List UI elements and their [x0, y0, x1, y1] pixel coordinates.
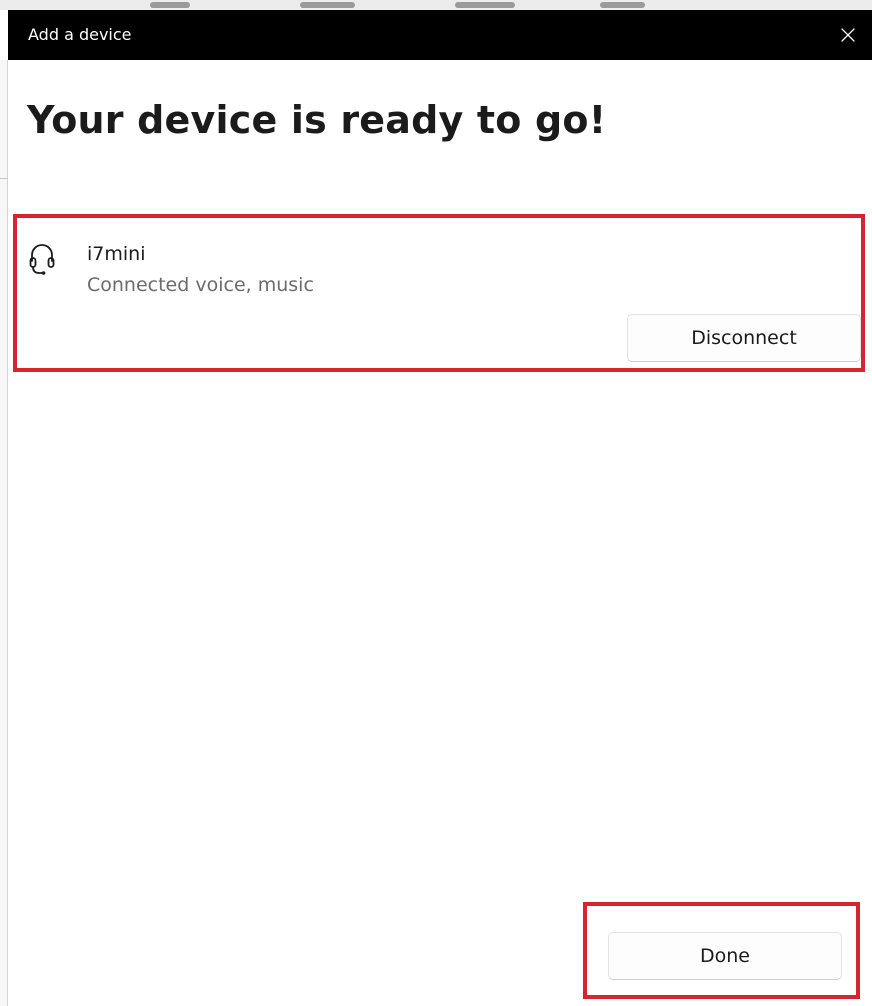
device-card: i7mini Connected voice, music Disconnect: [13, 214, 865, 372]
close-icon: [841, 28, 855, 42]
device-name: i7mini: [87, 243, 146, 265]
done-button-highlight: Done: [583, 902, 860, 999]
done-button[interactable]: Done: [608, 932, 842, 980]
close-button[interactable]: [824, 10, 872, 60]
page-title: Your device is ready to go!: [27, 98, 607, 142]
screen: Add a device Your device is ready to go!…: [0, 0, 872, 1006]
dialog-titlebar: Add a device: [8, 10, 872, 60]
dialog-title: Add a device: [28, 25, 132, 44]
add-device-dialog: Add a device Your device is ready to go!…: [8, 10, 872, 1006]
headset-icon: [29, 244, 55, 275]
background-window-left-edge: [0, 60, 8, 1006]
disconnect-button[interactable]: Disconnect: [627, 314, 861, 362]
device-status: Connected voice, music: [87, 274, 314, 296]
background-window-edge: [0, 0, 872, 10]
